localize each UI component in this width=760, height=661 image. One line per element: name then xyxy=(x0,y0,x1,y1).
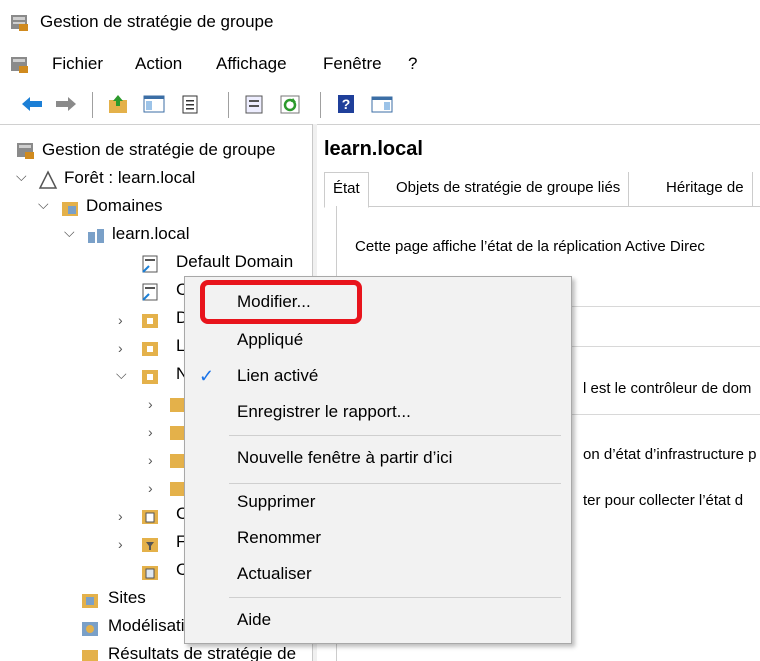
up-folder-icon[interactable] xyxy=(106,92,130,116)
context-menu: Modifier... Appliqué ✓ Lien activé Enregi… xyxy=(184,276,572,644)
menu-item-label: Appliqué xyxy=(237,330,304,349)
collect-status-text: ter pour collecter l’état d xyxy=(583,492,744,509)
menu-help[interactable]: ? xyxy=(408,54,417,74)
toolbar-separator xyxy=(92,92,93,118)
tab-inheritance[interactable]: Héritage de xyxy=(658,172,753,206)
export-list-icon[interactable] xyxy=(242,92,266,116)
menu-item-applique[interactable]: Appliqué xyxy=(185,323,571,357)
sites-icon xyxy=(82,594,98,608)
svg-text:?: ? xyxy=(342,96,351,112)
expand-chevron-icon[interactable]: ⌵ xyxy=(38,196,52,213)
help-icon[interactable]: ? xyxy=(334,92,358,116)
tree-item-domain[interactable]: learn.local xyxy=(112,221,190,247)
status-description: Cette page affiche l’état de la réplicat… xyxy=(355,238,705,255)
infra-status-text: on d’état d’infrastructure p xyxy=(583,446,757,463)
gpmc-root-icon xyxy=(17,143,34,159)
expand-chevron-icon[interactable]: ⌵ xyxy=(16,168,30,185)
domain-icon xyxy=(88,229,104,243)
back-arrow-icon[interactable] xyxy=(20,92,44,116)
menu-separator xyxy=(229,435,561,436)
modeling-icon xyxy=(82,622,98,636)
gpo-container-icon xyxy=(142,510,158,524)
window-title: Gestion de stratégie de groupe xyxy=(40,12,274,31)
menu-item-supprimer[interactable]: Supprimer xyxy=(185,485,571,519)
tab-etat[interactable]: État xyxy=(324,172,369,208)
properties-icon[interactable] xyxy=(178,92,202,116)
tree-item-root[interactable]: Gestion de stratégie de groupe xyxy=(42,137,275,163)
highlight-annotation xyxy=(200,280,362,324)
menu-action[interactable]: Action xyxy=(135,54,182,74)
collapsed-chevron-icon[interactable]: › xyxy=(148,452,162,468)
expand-chevron-icon[interactable]: ⌵ xyxy=(116,366,130,383)
menu-fenetre[interactable]: Fenêtre xyxy=(323,54,382,74)
menu-item-enregistrer-rapport[interactable]: Enregistrer le rapport... xyxy=(185,395,571,429)
menu-item-nouvelle-fenetre[interactable]: Nouvelle fenêtre à partir d’ici xyxy=(185,441,571,475)
title-bar: Gestion de stratégie de groupe xyxy=(0,0,760,44)
starter-gpo-icon xyxy=(142,566,158,580)
collapsed-chevron-icon[interactable]: › xyxy=(148,424,162,440)
tree-item-forest[interactable]: Forêt : learn.local xyxy=(64,165,195,191)
tree-item-results[interactable]: Résultats de stratégie de xyxy=(108,641,296,661)
menu-item-aide[interactable]: Aide xyxy=(185,603,571,637)
menu-item-actualiser[interactable]: Actualiser xyxy=(185,557,571,591)
console-tree-icon[interactable] xyxy=(370,92,394,116)
results-icon xyxy=(82,650,98,661)
tree-item-sites[interactable]: Sites xyxy=(108,585,146,611)
tab-strip: État Objets de stratégie de groupe liés … xyxy=(324,172,760,208)
menu-item-label: Supprimer xyxy=(237,492,316,511)
menu-fichier[interactable]: Fichier xyxy=(52,54,103,74)
divider xyxy=(0,124,760,125)
tree-item-default-domain[interactable]: Default Domain xyxy=(176,249,293,275)
ou-folder-icon xyxy=(142,342,158,356)
wmi-filter-icon xyxy=(142,538,158,552)
checkmark-icon: ✓ xyxy=(199,366,215,386)
dc-text: l est le contrôleur de dom xyxy=(583,380,752,397)
collapsed-chevron-icon[interactable]: › xyxy=(118,312,132,328)
gpo-link-icon xyxy=(142,255,158,273)
menu-item-lien-active[interactable]: ✓ Lien activé xyxy=(185,359,571,393)
expand-chevron-icon[interactable]: ⌵ xyxy=(64,224,78,241)
toolbar: ? xyxy=(0,84,760,124)
menu-item-label: Aide xyxy=(237,610,272,629)
collapsed-chevron-icon[interactable]: › xyxy=(148,480,162,496)
menu-bar: Fichier Action Affichage Fenêtre ? xyxy=(0,44,760,84)
menu-affichage[interactable]: Affichage xyxy=(216,54,287,74)
domains-icon xyxy=(62,202,78,216)
toolbar-separator xyxy=(320,92,321,118)
menu-item-renommer[interactable]: Renommer xyxy=(185,521,571,555)
ou-folder-icon xyxy=(142,370,158,384)
system-menu-icon[interactable] xyxy=(10,54,30,74)
details-heading: learn.local xyxy=(324,138,423,160)
collapsed-chevron-icon[interactable]: › xyxy=(118,340,132,356)
collapsed-chevron-icon[interactable]: › xyxy=(148,396,162,412)
ou-folder-icon xyxy=(142,314,158,328)
tree-item-domains[interactable]: Domaines xyxy=(86,193,163,219)
menu-item-label: Enregistrer le rapport... xyxy=(237,402,411,421)
collapsed-chevron-icon[interactable]: › xyxy=(118,536,132,552)
gpo-link-icon xyxy=(142,283,158,301)
forward-arrow-icon[interactable] xyxy=(54,92,78,116)
refresh-icon[interactable] xyxy=(278,92,302,116)
menu-item-label: Nouvelle fenêtre à partir d’ici xyxy=(237,448,453,467)
gpmc-app-icon xyxy=(11,15,28,31)
toolbar-separator xyxy=(228,92,229,118)
forest-icon xyxy=(38,170,58,189)
show-hide-tree-icon[interactable] xyxy=(142,92,166,116)
collapsed-chevron-icon[interactable]: › xyxy=(118,508,132,524)
tab-linked-gpos[interactable]: Objets de stratégie de groupe liés xyxy=(388,172,630,206)
menu-item-label: Actualiser xyxy=(237,564,312,583)
menu-item-label: Lien activé xyxy=(237,366,319,385)
menu-separator xyxy=(229,483,561,484)
menu-separator xyxy=(229,597,561,598)
menu-item-label: Renommer xyxy=(237,528,322,547)
